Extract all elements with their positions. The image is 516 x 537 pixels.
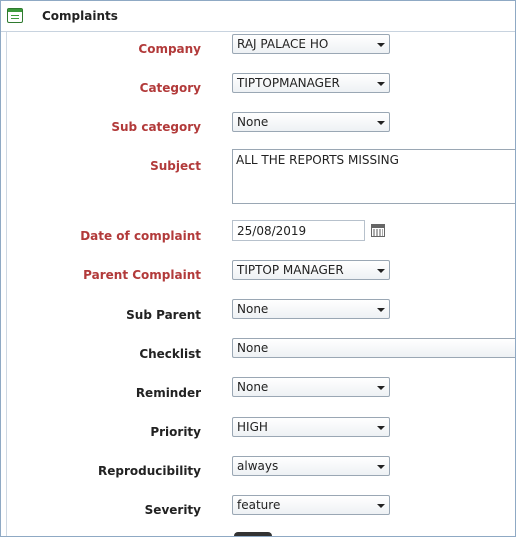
category-value: TIPTOPMANAGER: [237, 76, 340, 90]
checklist-value: None: [237, 341, 269, 355]
severity-select[interactable]: feature: [232, 495, 390, 515]
sub-parent-value: None: [237, 302, 269, 316]
reminder-value: None: [237, 380, 269, 394]
sub-category-label: Sub category: [111, 120, 201, 134]
category-label: Category: [139, 81, 201, 95]
subject-value: ALL THE REPORTS MISSING: [236, 153, 399, 167]
priority-select[interactable]: HIGH: [232, 417, 390, 437]
reproducibility-select[interactable]: always: [232, 456, 390, 476]
chevron-down-icon: [377, 386, 385, 390]
chevron-down-icon: [377, 426, 385, 430]
parent-complaint-label: Parent Complaint: [83, 268, 201, 282]
priority-label: Priority: [150, 425, 201, 439]
subject-label: Subject: [150, 159, 201, 173]
chevron-down-icon: [377, 308, 385, 312]
chevron-down-icon: [377, 269, 385, 273]
checklist-label: Checklist: [139, 347, 201, 361]
subject-textarea[interactable]: ALL THE REPORTS MISSING: [232, 149, 515, 204]
chevron-down-icon: [377, 82, 385, 86]
severity-label: Severity: [144, 503, 201, 517]
date-of-complaint-input[interactable]: 25/08/2019: [232, 220, 365, 241]
parent-complaint-value: TIPTOP MANAGER: [237, 263, 344, 277]
chevron-down-icon: [377, 121, 385, 125]
reminder-label: Reminder: [135, 386, 201, 400]
form-icon: [7, 8, 23, 23]
complaints-window: Complaints Company RAJ PALACE HO Categor…: [0, 0, 516, 537]
sub-category-select[interactable]: None: [232, 112, 390, 132]
sub-category-value: None: [237, 115, 269, 129]
reproducibility-label: Reproducibility: [98, 464, 201, 478]
checklist-select[interactable]: None: [232, 338, 515, 358]
reproducibility-value: always: [237, 459, 279, 473]
date-of-complaint-label: Date of complaint: [80, 229, 201, 243]
company-label: Company: [138, 42, 201, 56]
chevron-down-icon: [377, 465, 385, 469]
title-bar: Complaints: [1, 1, 515, 32]
severity-value: feature: [237, 498, 281, 512]
chevron-down-icon: [377, 43, 385, 47]
reminder-select[interactable]: None: [232, 377, 390, 397]
date-of-complaint-value: 25/08/2019: [237, 224, 307, 238]
sub-parent-select[interactable]: None: [232, 299, 390, 319]
chevron-down-icon: [377, 504, 385, 508]
parent-complaint-select[interactable]: TIPTOP MANAGER: [232, 260, 390, 280]
company-select[interactable]: RAJ PALACE HO: [232, 34, 390, 54]
priority-value: HIGH: [237, 420, 268, 434]
cut-off-control: [234, 532, 272, 536]
company-value: RAJ PALACE HO: [237, 37, 329, 51]
category-select[interactable]: TIPTOPMANAGER: [232, 73, 390, 93]
sub-parent-label: Sub Parent: [126, 308, 201, 322]
window-title: Complaints: [42, 9, 118, 23]
calendar-icon[interactable]: [371, 224, 385, 237]
